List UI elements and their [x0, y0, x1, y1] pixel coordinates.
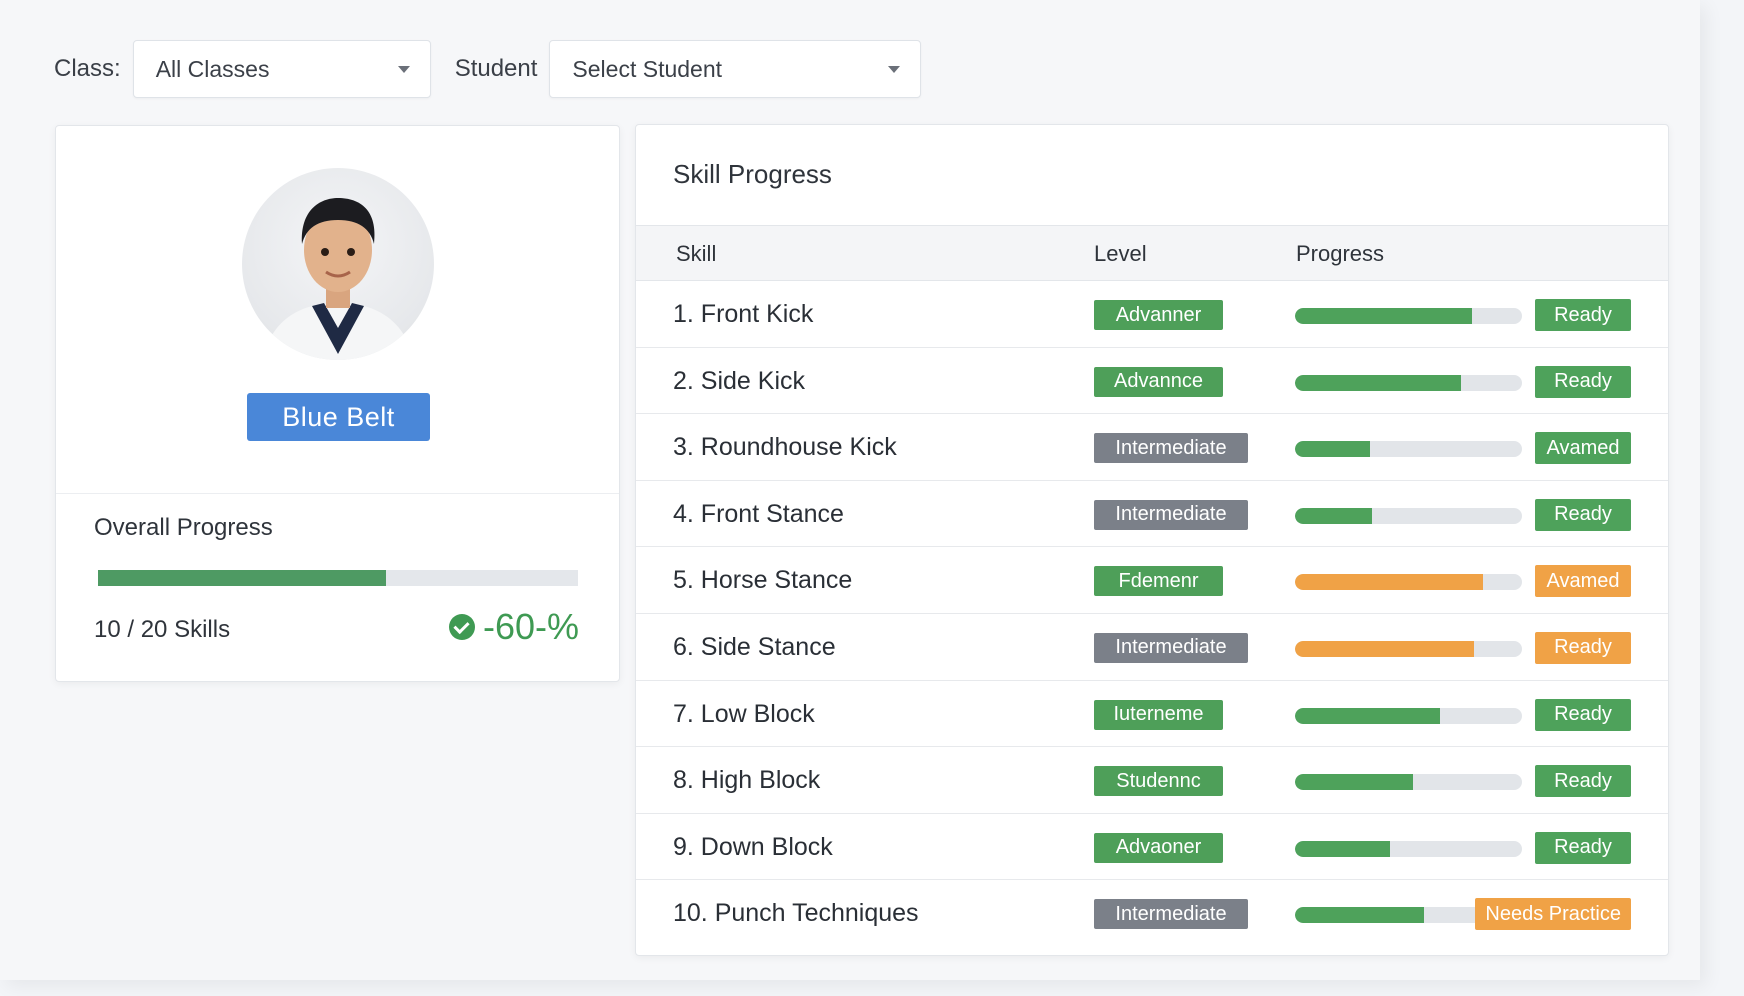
status-badge: Ready	[1535, 498, 1631, 531]
skills-count: 10 / 20 Skills	[94, 616, 231, 643]
skill-name: 7. Low Block	[673, 699, 815, 728]
skill-progress-bar	[1295, 774, 1522, 791]
level-badge: Advaoner	[1094, 832, 1223, 863]
status-badge: Avamed	[1535, 432, 1631, 465]
skill-progress-fill	[1295, 840, 1391, 857]
skill-progress-bar	[1295, 308, 1522, 324]
skill-progress-fill	[1295, 308, 1473, 324]
level-badge: Iuterneme	[1094, 699, 1223, 730]
skill-progress-bar	[1295, 640, 1522, 657]
filter-bar: Class: All Classes Student Select Studen…	[54, 40, 922, 98]
skill-name: 9. Down Block	[673, 832, 833, 861]
skill-progress-bar	[1295, 374, 1522, 391]
level-badge: Intermediate	[1094, 899, 1248, 930]
table-row[interactable]: 5. Horse Stance Fdemenr Avamed	[636, 547, 1668, 614]
overall-percent: -60-%	[448, 606, 579, 648]
class-label: Class:	[54, 55, 121, 82]
skill-progress-bar	[1295, 840, 1522, 857]
avatar	[242, 168, 434, 360]
level-badge: Intermediate	[1094, 632, 1248, 663]
table-row[interactable]: 10. Punch Techniques Intermediate Needs …	[636, 880, 1668, 947]
table-row[interactable]: 3. Roundhouse Kick Intermediate Avamed	[636, 414, 1668, 481]
column-header-skill: Skill	[676, 241, 717, 266]
student-select-value: Select Student	[572, 55, 723, 82]
table-row[interactable]: 2. Side Kick Advannce Ready	[636, 348, 1668, 415]
overall-progress-fill	[98, 570, 386, 586]
app-frame: Class: All Classes Student Select Studen…	[0, 0, 1700, 980]
skill-progress-bar	[1295, 441, 1522, 458]
check-circle-icon	[448, 614, 475, 640]
skill-progress-bar	[1295, 507, 1522, 524]
student-label: Student	[454, 55, 538, 82]
chevron-down-icon	[888, 66, 901, 73]
skill-progress-fill	[1295, 374, 1461, 391]
skill-name: 1. Front Kick	[673, 300, 814, 328]
level-badge: Intermediate	[1094, 499, 1248, 530]
overall-percent-value: -60-%	[482, 606, 579, 647]
status-badge: Ready	[1535, 765, 1631, 798]
status-badge: Ready	[1535, 831, 1631, 864]
status-badge: Ready	[1535, 631, 1631, 664]
belt-badge: Blue Belt	[247, 393, 430, 441]
skill-progress-card: Skill Progress Skill Level Progress 1. F…	[635, 124, 1669, 956]
table-header: Skill Level Progress	[636, 225, 1668, 281]
table-row[interactable]: 7. Low Block Iuterneme Ready	[636, 681, 1668, 748]
skill-progress-title: Skill Progress	[673, 159, 832, 189]
table-row[interactable]: 8. High Block Studennc Ready	[636, 747, 1668, 814]
class-select[interactable]: All Classes	[132, 40, 431, 98]
student-select[interactable]: Select Student	[549, 40, 922, 98]
table-row[interactable]: 1. Front Kick Advanner Ready	[636, 281, 1668, 348]
overall-progress-title: Overall Progress	[94, 514, 273, 541]
skill-progress-fill	[1295, 507, 1373, 524]
skill-name: 10. Punch Techniques	[673, 899, 919, 928]
table-row[interactable]: 4. Front Stance Intermediate Ready	[636, 481, 1668, 548]
skill-name: 8. High Block	[673, 766, 821, 795]
status-badge: Avamed	[1535, 565, 1631, 598]
skill-name: 6. Side Stance	[673, 632, 836, 661]
level-badge: Studennc	[1094, 766, 1223, 797]
column-header-progress: Progress	[1296, 241, 1385, 266]
status-badge: Needs Practice	[1475, 898, 1631, 931]
status-badge: Ready	[1535, 698, 1631, 731]
table-row[interactable]: 6. Side Stance Intermediate Ready	[636, 614, 1668, 681]
skill-progress-fill	[1295, 640, 1475, 657]
skill-progress-bar	[1295, 707, 1522, 724]
student-profile-card: Blue Belt Overall Progress 10 / 20 Skill…	[55, 125, 620, 682]
level-badge: Fdemenr	[1094, 566, 1223, 597]
status-badge: Ready	[1535, 299, 1631, 331]
skill-progress-bar	[1295, 574, 1522, 591]
level-badge: Advanner	[1094, 300, 1223, 330]
skill-progress-fill	[1295, 707, 1441, 724]
skill-progress-fill	[1295, 441, 1370, 458]
level-badge: Advannce	[1094, 366, 1223, 397]
skill-name: 3. Roundhouse Kick	[673, 433, 897, 462]
overall-progress-bar	[98, 570, 578, 586]
profile-header: Blue Belt	[56, 126, 619, 494]
status-badge: Ready	[1535, 365, 1631, 398]
skill-name: 5. Horse Stance	[673, 566, 853, 595]
level-badge: Intermediate	[1094, 433, 1248, 464]
skill-name: 2. Side Kick	[673, 366, 806, 395]
skill-table-body: 1. Front Kick Advanner Ready 2. Side Kic…	[636, 281, 1668, 947]
table-row[interactable]: 9. Down Block Advaoner Ready	[636, 814, 1668, 881]
skill-progress-fill	[1295, 774, 1414, 791]
class-select-value: All Classes	[155, 55, 270, 82]
column-header-level: Level	[1094, 241, 1147, 266]
skill-name: 4. Front Stance	[673, 499, 844, 528]
chevron-down-icon	[397, 66, 410, 73]
skill-progress-fill	[1295, 907, 1425, 924]
student-photo	[262, 198, 414, 360]
skill-progress-fill	[1295, 574, 1484, 591]
